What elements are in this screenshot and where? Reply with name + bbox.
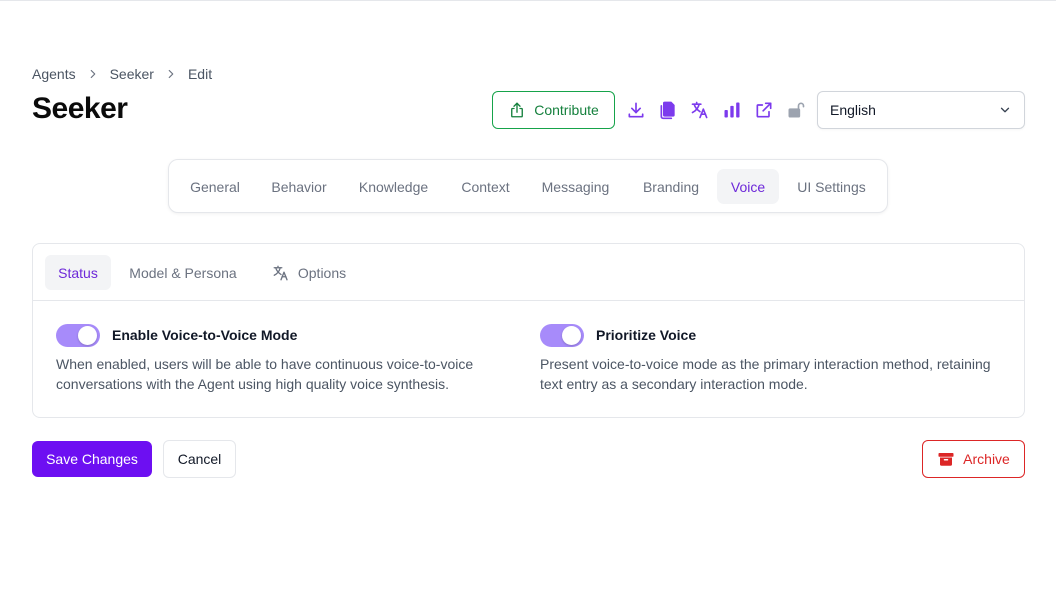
bar-chart-icon[interactable] xyxy=(722,100,742,120)
voice-to-voice-toggle[interactable] xyxy=(56,323,100,347)
prioritize-voice-toggle[interactable] xyxy=(540,323,584,347)
sub-tabs: Status Model & Persona Options xyxy=(33,244,1024,301)
translate-icon[interactable] xyxy=(690,100,710,120)
setting-description: Present voice-to-voice mode as the prima… xyxy=(540,356,991,392)
breadcrumb-seeker[interactable]: Seeker xyxy=(110,66,154,82)
cancel-button[interactable]: Cancel xyxy=(163,440,236,478)
voice-settings-card: Status Model & Persona Options Enable Vo… xyxy=(32,243,1025,418)
download-icon[interactable] xyxy=(626,100,646,120)
archive-label: Archive xyxy=(963,451,1010,467)
tab-knowledge[interactable]: Knowledge xyxy=(346,169,441,204)
breadcrumb-edit: Edit xyxy=(187,66,213,82)
tab-behavior[interactable]: Behavior xyxy=(257,169,341,204)
setting-voice-to-voice: Enable Voice-to-Voice Mode When enabled,… xyxy=(56,323,526,394)
external-link-icon[interactable] xyxy=(754,100,774,120)
save-changes-button[interactable]: Save Changes xyxy=(32,441,152,477)
subtab-options[interactable]: Options xyxy=(259,255,359,290)
chevron-down-icon xyxy=(998,103,1012,117)
archive-icon xyxy=(937,450,955,468)
setting-description: When enabled, users will be able to have… xyxy=(56,356,474,392)
contribute-button[interactable]: Contribute xyxy=(492,91,615,129)
chevron-right-icon xyxy=(76,67,110,81)
page-title: Seeker xyxy=(32,92,128,125)
chevron-right-icon xyxy=(154,67,188,81)
tab-ui-settings[interactable]: UI Settings xyxy=(785,169,878,204)
tab-voice[interactable]: Voice xyxy=(717,169,779,204)
main-tabs: General Behavior Knowledge Context Messa… xyxy=(168,159,888,213)
tab-branding[interactable]: Branding xyxy=(631,169,711,204)
setting-prioritize-voice: Prioritize Voice Present voice-to-voice … xyxy=(540,323,1010,394)
setting-title: Enable Voice-to-Voice Mode xyxy=(112,327,298,343)
top-divider xyxy=(0,0,1056,1)
language-selected-value: English xyxy=(830,102,876,118)
copy-icon[interactable] xyxy=(658,100,678,120)
tab-general[interactable]: General xyxy=(178,169,252,204)
unlock-icon[interactable] xyxy=(786,100,806,120)
subtab-options-label: Options xyxy=(297,264,347,281)
breadcrumb: Agents Seeker Edit xyxy=(32,65,212,83)
breadcrumb-agents[interactable]: Agents xyxy=(32,66,76,82)
setting-title: Prioritize Voice xyxy=(596,327,697,343)
contribute-label: Contribute xyxy=(534,102,599,118)
share-upload-icon xyxy=(508,101,526,119)
archive-button[interactable]: Archive xyxy=(922,440,1025,478)
tab-context[interactable]: Context xyxy=(448,169,523,204)
subtab-model-persona[interactable]: Model & Persona xyxy=(117,255,249,290)
subtab-status[interactable]: Status xyxy=(45,255,111,290)
tab-messaging[interactable]: Messaging xyxy=(528,169,623,204)
translate-icon xyxy=(272,264,290,282)
language-select[interactable]: English xyxy=(817,91,1025,129)
